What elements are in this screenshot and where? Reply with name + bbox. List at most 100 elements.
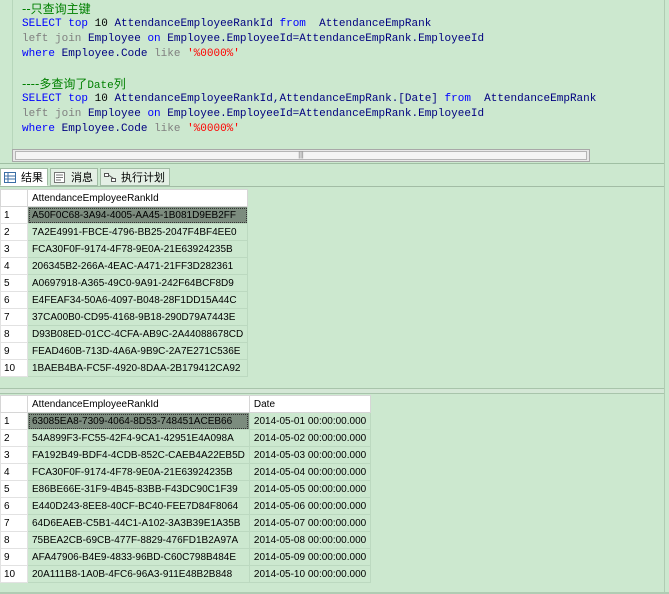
- code-line-6: ----多查询了Date列: [22, 77, 596, 92]
- code-line-3: left join Employee on Employee.EmployeeI…: [22, 32, 596, 47]
- cell-rank-id[interactable]: 206345B2-266A-4EAC-A471-21FF3D282361: [26, 257, 249, 275]
- cell-rank-id[interactable]: 20A111B8-1A0B-4FC6-96A3-911E48B2B848: [27, 565, 250, 583]
- row-number[interactable]: 3: [0, 240, 28, 258]
- cell-rank-id[interactable]: 64D6EAEB-C5B1-44C1-A102-3A3B39E1A35B: [27, 514, 250, 532]
- row-number[interactable]: 5: [0, 274, 28, 292]
- table-row[interactable]: 8 D93B08ED-01CC-4CFA-AB9C-2A44088678CD: [0, 325, 249, 343]
- table-row[interactable]: 6 E440D243-8EE8-40CF-BC40-FEE7D84F8064 201…: [0, 497, 372, 515]
- row-number[interactable]: 9: [0, 342, 28, 360]
- row-number[interactable]: 4: [0, 257, 28, 275]
- row-number[interactable]: 1: [0, 412, 28, 430]
- table-row[interactable]: 7 64D6EAEB-C5B1-44C1-A102-3A3B39E1A35B 201…: [0, 514, 372, 532]
- row-number[interactable]: 8: [0, 531, 28, 549]
- row-number[interactable]: 8: [0, 325, 28, 343]
- cell-rank-id[interactable]: FCA30F0F-9174-4F78-9E0A-21E63924235B: [26, 240, 249, 258]
- cell-rank-id[interactable]: FEAD460B-713D-4A6A-9B9C-2A7E271C536E: [26, 342, 249, 360]
- column-header-id[interactable]: AttendanceEmployeeRankId: [27, 395, 250, 413]
- cell-rank-id[interactable]: 54A899F3-FC55-42F4-9CA1-42951E4A098A: [27, 429, 250, 447]
- sql-code[interactable]: --只查询主键 SELECT top 10 AttendanceEmployee…: [22, 2, 596, 137]
- table-row[interactable]: 10 1BAEB4BA-FC5F-4920-8DAA-2B179412CA92: [0, 359, 249, 377]
- cell-rank-id[interactable]: E440D243-8EE8-40CF-BC40-FEE7D84F8064: [27, 497, 250, 515]
- grid-header-row: AttendanceEmployeeRankId: [0, 189, 249, 207]
- table-row[interactable]: 3 FA192B49-BDF4-4CDB-852C-CAEB4A22EB5D 201…: [0, 446, 372, 464]
- results-splitter[interactable]: [0, 388, 669, 394]
- cell-date[interactable]: 2014-05-05 00:00:00.000: [248, 480, 372, 498]
- result-grid-2[interactable]: AttendanceEmployeeRankId Date 1 63085EA8-…: [0, 395, 372, 583]
- cell-date[interactable]: 2014-05-04 00:00:00.000: [248, 463, 372, 481]
- row-number[interactable]: 2: [0, 429, 28, 447]
- cell-rank-id[interactable]: 1BAEB4BA-FC5F-4920-8DAA-2B179412CA92: [26, 359, 249, 377]
- grid-1-body: 1 A50F0C68-3A94-4005-AA45-1B081D9EB2FF 2 7A…: [0, 206, 249, 377]
- cell-rank-id[interactable]: D93B08ED-01CC-4CFA-AB9C-2A44088678CD: [26, 325, 249, 343]
- tab-results[interactable]: 结果: [0, 168, 48, 186]
- table-row[interactable]: 4 FCA30F0F-9174-4F78-9E0A-21E63924235B 201…: [0, 463, 372, 481]
- cell-rank-id[interactable]: E4FEAF34-50A6-4097-B048-28F1DD15A44C: [26, 291, 249, 309]
- table-row[interactable]: 2 54A899F3-FC55-42F4-9CA1-42951E4A098A 201…: [0, 429, 372, 447]
- table-row[interactable]: 7 37CA00B0-CD95-4168-9B18-290D79A7443E: [0, 308, 249, 326]
- table-row[interactable]: 10 20A111B8-1A0B-4FC6-96A3-911E48B2B848 20…: [0, 565, 372, 583]
- row-number[interactable]: 7: [0, 308, 28, 326]
- table-row[interactable]: 9 AFA47906-B4E9-4833-96BD-C60C798B484E 201…: [0, 548, 372, 566]
- cell-date[interactable]: 2014-05-08 00:00:00.000: [248, 531, 372, 549]
- cell-date[interactable]: 2014-05-02 00:00:00.000: [248, 429, 372, 447]
- tab-divider: [0, 186, 669, 187]
- row-number[interactable]: 6: [0, 497, 28, 515]
- row-number[interactable]: 9: [0, 548, 28, 566]
- cell-date[interactable]: 2014-05-01 00:00:00.000: [248, 412, 372, 430]
- result-grid-1[interactable]: AttendanceEmployeeRankId 1 A50F0C68-3A94-…: [0, 189, 249, 377]
- row-number[interactable]: 7: [0, 514, 28, 532]
- cell-rank-id[interactable]: FCA30F0F-9174-4F78-9E0A-21E63924235B: [27, 463, 250, 481]
- tab-execution-plan[interactable]: 执行计划: [100, 168, 170, 186]
- cell-rank-id[interactable]: 75BEA2CB-69CB-477F-8829-476FD1B2A97A: [27, 531, 250, 549]
- editor-horizontal-scrollbar[interactable]: |||: [12, 149, 590, 162]
- cell-rank-id[interactable]: 7A2E4991-FBCE-4796-BB25-2047F4BF4EE0: [26, 223, 249, 241]
- row-number[interactable]: 6: [0, 291, 28, 309]
- table-row[interactable]: 8 75BEA2CB-69CB-477F-8829-476FD1B2A97A 201…: [0, 531, 372, 549]
- column-header-date[interactable]: Date: [248, 395, 372, 413]
- window-right-border: [664, 0, 669, 594]
- cell-date[interactable]: 2014-05-03 00:00:00.000: [248, 446, 372, 464]
- row-number[interactable]: 4: [0, 463, 28, 481]
- table-row[interactable]: 1 63085EA8-7309-4064-8D53-748451ACEB66 201…: [0, 412, 372, 430]
- editor-gutter: [0, 0, 13, 150]
- column-list: AttendanceEmployeeRankId,AttendanceEmpRa…: [114, 93, 438, 105]
- comment-suffix: 列: [113, 77, 126, 91]
- grid-header-row: AttendanceEmployeeRankId Date: [0, 395, 372, 413]
- table-row[interactable]: 4 206345B2-266A-4EAC-A471-21FF3D282361: [0, 257, 249, 275]
- top-number: 10: [94, 93, 108, 105]
- cell-date[interactable]: 2014-05-10 00:00:00.000: [248, 565, 372, 583]
- cell-rank-id[interactable]: A50F0C68-3A94-4005-AA45-1B081D9EB2FF: [26, 206, 249, 224]
- table-row[interactable]: 6 E4FEAF34-50A6-4097-B048-28F1DD15A44C: [0, 291, 249, 309]
- join-condition: Employee.EmployeeId=AttendanceEmpRank.Em…: [167, 108, 485, 120]
- cell-rank-id[interactable]: A0697918-A365-49C0-9A91-242F64BCF8D9: [26, 274, 249, 292]
- join-table: Employee: [88, 108, 141, 120]
- table-row[interactable]: 3 FCA30F0F-9174-4F78-9E0A-21E63924235B: [0, 240, 249, 258]
- row-number[interactable]: 2: [0, 223, 28, 241]
- table-row[interactable]: 2 7A2E4991-FBCE-4796-BB25-2047F4BF4EE0: [0, 223, 249, 241]
- cell-date[interactable]: 2014-05-06 00:00:00.000: [248, 497, 372, 515]
- cell-date[interactable]: 2014-05-07 00:00:00.000: [248, 514, 372, 532]
- cell-rank-id[interactable]: FA192B49-BDF4-4CDB-852C-CAEB4A22EB5D: [27, 446, 250, 464]
- row-number[interactable]: 1: [0, 206, 28, 224]
- table-row[interactable]: 5 A0697918-A365-49C0-9A91-242F64BCF8D9: [0, 274, 249, 292]
- row-number[interactable]: 10: [0, 565, 28, 583]
- cell-rank-id[interactable]: 37CA00B0-CD95-4168-9B18-290D79A7443E: [26, 308, 249, 326]
- table-row[interactable]: 5 E86BE66E-31F9-4B45-83BB-F43DC90C1F39 201…: [0, 480, 372, 498]
- kw-select: SELECT: [22, 93, 62, 105]
- query-editor[interactable]: --只查询主键 SELECT top 10 AttendanceEmployee…: [0, 0, 669, 164]
- table-row[interactable]: 9 FEAD460B-713D-4A6A-9B9C-2A7E271C536E: [0, 342, 249, 360]
- grid-corner[interactable]: [0, 189, 28, 207]
- table-row[interactable]: 1 A50F0C68-3A94-4005-AA45-1B081D9EB2FF: [0, 206, 249, 224]
- cell-date[interactable]: 2014-05-09 00:00:00.000: [248, 548, 372, 566]
- tab-messages[interactable]: 消息: [50, 168, 98, 186]
- row-number[interactable]: 5: [0, 480, 28, 498]
- grid-corner[interactable]: [0, 395, 28, 413]
- row-number[interactable]: 10: [0, 359, 28, 377]
- cell-rank-id[interactable]: 63085EA8-7309-4064-8D53-748451ACEB66: [27, 412, 250, 430]
- cell-rank-id[interactable]: AFA47906-B4E9-4833-96BD-C60C798B484E: [27, 548, 250, 566]
- column-header-id[interactable]: AttendanceEmployeeRankId: [26, 189, 249, 207]
- scrollbar-thumb[interactable]: |||: [15, 151, 587, 160]
- table-name: AttendanceEmpRank: [484, 93, 597, 105]
- row-number[interactable]: 3: [0, 446, 28, 464]
- cell-rank-id[interactable]: E86BE66E-31F9-4B45-83BB-F43DC90C1F39: [27, 480, 250, 498]
